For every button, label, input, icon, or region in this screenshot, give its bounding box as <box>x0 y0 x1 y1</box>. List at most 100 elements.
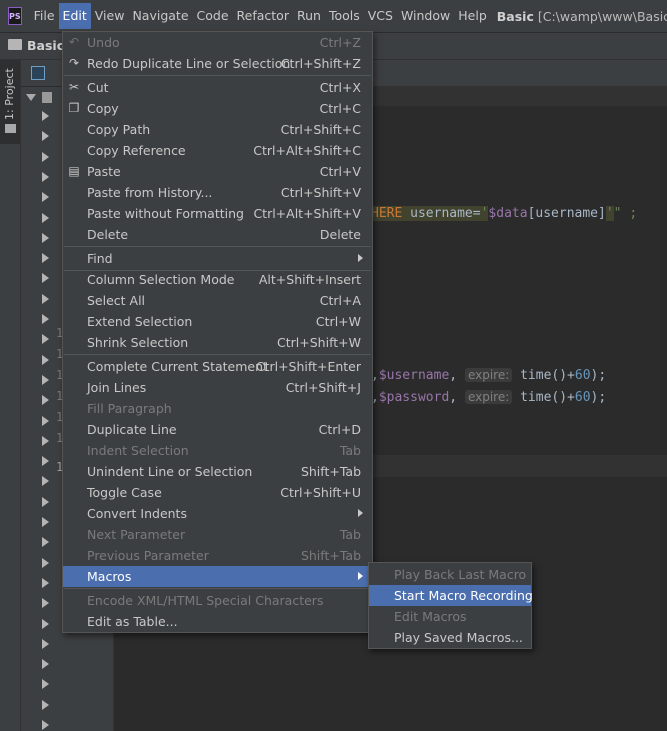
menu-item-shortcut: Tab <box>339 443 361 458</box>
menu-item-edit-as-table[interactable]: Edit as Table... <box>63 611 372 632</box>
menu-item-join-lines[interactable]: Join Lines Ctrl+Shift+J <box>63 377 372 398</box>
menu-item-next-parameter[interactable]: Next Parameter Tab <box>63 524 372 545</box>
tree-expand-arrow-icon[interactable] <box>42 374 49 385</box>
menu-item-label: Copy Reference <box>87 143 186 158</box>
project-folder-icon <box>5 124 16 133</box>
tree-expand-arrow-icon[interactable] <box>42 598 49 609</box>
menu-item-extend-selection[interactable]: Extend Selection Ctrl+W <box>63 311 372 332</box>
menu-item-paste[interactable]: ▤ Paste Ctrl+V <box>63 161 372 182</box>
menu-item-paste-without-formatting[interactable]: Paste without Formatting Ctrl+Alt+Shift+V <box>63 203 372 224</box>
edit-menu-dropdown: ↶ Undo Ctrl+Z ↷ Redo Duplicate Line or Sele… <box>62 31 373 633</box>
tree-expand-arrow-icon[interactable] <box>42 212 49 223</box>
tree-expand-arrow-icon[interactable] <box>42 537 49 548</box>
menu-item-label: Edit as Table... <box>87 614 178 629</box>
menu-item-copy-path[interactable]: Copy Path Ctrl+Shift+C <box>63 119 372 140</box>
menu-item-fill-paragraph[interactable]: Fill Paragraph <box>63 398 372 419</box>
menu-help[interactable]: Help <box>454 3 491 29</box>
menu-item-delete[interactable]: Delete Delete <box>63 224 372 245</box>
menu-item-select-all[interactable]: Select All Ctrl+A <box>63 290 372 311</box>
submenu-item-play-back-last-macro[interactable]: Play Back Last Macro <box>369 564 531 585</box>
tree-expand-arrow-icon[interactable] <box>42 435 49 446</box>
code-line-sql: HERE username='$data[username]'" ; <box>371 206 637 221</box>
menu-run[interactable]: Run <box>293 3 325 29</box>
tree-expand-arrow-icon[interactable] <box>42 111 49 121</box>
tree-expand-arrow-icon[interactable] <box>42 699 49 710</box>
tree-expand-arrow-icon[interactable] <box>42 334 49 345</box>
submenu-item-play-saved-macros[interactable]: Play Saved Macros... <box>369 627 531 648</box>
tree-expand-arrow-icon[interactable] <box>42 395 49 406</box>
menu-window[interactable]: Window <box>397 3 454 29</box>
code-variable: $username <box>378 368 450 383</box>
menu-item-toggle-case[interactable]: Toggle Case Ctrl+Shift+U <box>63 482 372 503</box>
menu-item-indent-selection[interactable]: Indent Selection Tab <box>63 440 372 461</box>
tree-expand-arrow-icon[interactable] <box>42 638 49 649</box>
menu-item-label: Copy Path <box>87 122 151 137</box>
menu-item-copy-reference[interactable]: Copy Reference Ctrl+Alt+Shift+C <box>63 140 372 161</box>
tree-expand-arrow-icon[interactable] <box>42 659 49 670</box>
tree-expand-arrow-icon[interactable] <box>42 192 49 203</box>
menu-item-column-selection-mode[interactable]: Column Selection Mode Alt+Shift+Insert <box>63 269 372 290</box>
window-title: Basic [C:\wamp\www\Basic] - <box>497 9 667 24</box>
menu-item-label: Play Saved Macros... <box>394 630 523 645</box>
project-view-icon[interactable] <box>31 66 45 80</box>
menu-item-paste-from-history[interactable]: Paste from History... Ctrl+Shift+V <box>63 182 372 203</box>
menu-separator <box>64 246 371 247</box>
menu-item-cut[interactable]: ✂ Cut Ctrl+X <box>63 77 372 98</box>
menu-edit[interactable]: Edit <box>58 3 91 29</box>
menu-file[interactable]: File <box>30 3 59 29</box>
tree-expand-arrow-icon[interactable] <box>42 557 49 568</box>
tree-expand-arrow-icon[interactable] <box>42 314 49 324</box>
tree-expand-arrow-icon[interactable] <box>42 517 49 527</box>
tree-expand-arrow-icon[interactable] <box>42 354 49 365</box>
tree-expand-arrow-icon[interactable] <box>42 456 49 467</box>
tree-expand-arrow-icon[interactable] <box>42 151 49 162</box>
menu-navigate[interactable]: Navigate <box>128 3 192 29</box>
menu-item-shrink-selection[interactable]: Shrink Selection Ctrl+Shift+W <box>63 332 372 353</box>
menu-item-shortcut: Ctrl+Shift+V <box>280 185 361 200</box>
menu-item-shortcut: Ctrl+Shift+C <box>280 122 361 137</box>
code-text: ); <box>590 390 607 405</box>
menu-item-previous-parameter[interactable]: Previous Parameter Shift+Tab <box>63 545 372 566</box>
tree-expand-arrow-icon[interactable] <box>42 131 49 142</box>
code-line-setcookie-username: ,$username, expire: time()+60); <box>371 368 606 383</box>
menu-item-shortcut: Ctrl+D <box>318 422 361 437</box>
menu-tools[interactable]: Tools <box>325 3 364 29</box>
menu-item-complete-current-statement[interactable]: Complete Current Statement Ctrl+Shift+Ent… <box>63 356 372 377</box>
menu-view[interactable]: View <box>91 3 129 29</box>
menu-item-label: Redo Duplicate Line or Selection <box>87 56 291 71</box>
menu-item-shortcut: Ctrl+Shift+U <box>280 485 361 500</box>
tree-expand-arrow-icon[interactable] <box>42 232 49 243</box>
menu-item-macros[interactable]: Macros <box>63 566 372 587</box>
menu-item-undo[interactable]: ↶ Undo Ctrl+Z <box>63 32 372 53</box>
menu-item-shortcut: Delete <box>319 227 361 242</box>
expand-arrow-icon[interactable] <box>26 94 36 101</box>
macros-submenu: Play Back Last Macro Start Macro Recordi… <box>368 562 533 649</box>
submenu-item-edit-macros[interactable]: Edit Macros <box>369 606 531 627</box>
tree-expand-arrow-icon[interactable] <box>42 720 49 730</box>
tree-expand-arrow-icon[interactable] <box>42 577 49 588</box>
tree-expand-arrow-icon[interactable] <box>42 496 49 507</box>
tree-expand-arrow-icon[interactable] <box>42 679 49 690</box>
tree-expand-arrow-icon[interactable] <box>42 273 49 284</box>
menu-item-find[interactable]: Find <box>63 248 372 269</box>
menu-code[interactable]: Code <box>193 3 233 29</box>
menu-item-label: Convert Indents <box>87 506 187 521</box>
menu-vcs[interactable]: VCS <box>364 3 397 29</box>
menu-item-duplicate-line[interactable]: Duplicate Line Ctrl+D <box>63 419 372 440</box>
tree-expand-arrow-icon[interactable] <box>42 293 49 304</box>
tree-expand-arrow-icon[interactable] <box>42 476 49 487</box>
menu-item-encode-xml[interactable]: Encode XML/HTML Special Characters <box>63 590 372 611</box>
tree-expand-arrow-icon[interactable] <box>42 415 49 426</box>
tree-expand-arrow-icon[interactable] <box>42 253 49 264</box>
tree-expand-arrow-icon[interactable] <box>42 171 49 182</box>
submenu-item-start-macro-recording[interactable]: Start Macro Recording <box>369 585 533 606</box>
menu-item-copy[interactable]: ❐ Copy Ctrl+C <box>63 98 372 119</box>
menu-item-label: Paste from History... <box>87 185 213 200</box>
menu-item-convert-indents[interactable]: Convert Indents <box>63 503 372 524</box>
menu-item-unindent-line[interactable]: Unindent Line or Selection Shift+Tab <box>63 461 372 482</box>
breadcrumb-project[interactable]: Basic <box>27 38 64 53</box>
tree-expand-arrow-icon[interactable] <box>42 618 49 629</box>
menu-item-redo[interactable]: ↷ Redo Duplicate Line or Selection Ctrl+Sh… <box>63 53 372 74</box>
menu-refactor[interactable]: Refactor <box>233 3 293 29</box>
parameter-hint: expire: <box>464 368 513 382</box>
